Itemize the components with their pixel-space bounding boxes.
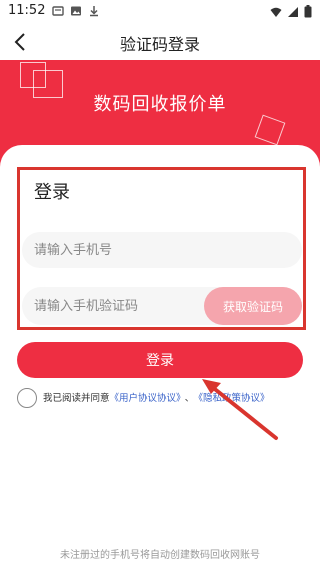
get-code-button[interactable]: 获取验证码 [204,287,302,325]
signal-icon [288,6,298,17]
agreement-separator: 、 [184,393,195,404]
agreement-text: 我已阅读并同意《用户协议协议》、《隐私政策协议》 [43,390,270,404]
notification-icon [52,6,64,16]
status-time: 11:52 [8,3,46,18]
privacy-policy-link[interactable]: 《隐私政策协议》 [198,393,269,404]
login-heading: 登录 [34,182,70,203]
status-right-icons [270,5,312,18]
banner-title: 数码回收报价单 [93,94,227,115]
user-agreement-link[interactable]: 《用户协议协议》 [110,393,181,404]
phone-input[interactable] [22,232,302,268]
status-bar: 11:52 [0,0,320,22]
image-icon [71,6,81,16]
agreement-prefix: 我已阅读并同意 [43,393,110,404]
wifi-icon [270,7,282,17]
nav-bar: 验证码登录 [0,22,320,60]
download-icon [90,6,98,17]
footer-note: 未注册过的手机号将自动创建数码回收网账号 [60,550,260,561]
login-button[interactable]: 登录 [17,342,303,378]
status-left-icons [52,5,100,17]
page-title: 验证码登录 [119,35,200,54]
agreement-checkbox[interactable] [17,388,37,408]
battery-icon [304,5,312,18]
decor-square [254,114,286,146]
